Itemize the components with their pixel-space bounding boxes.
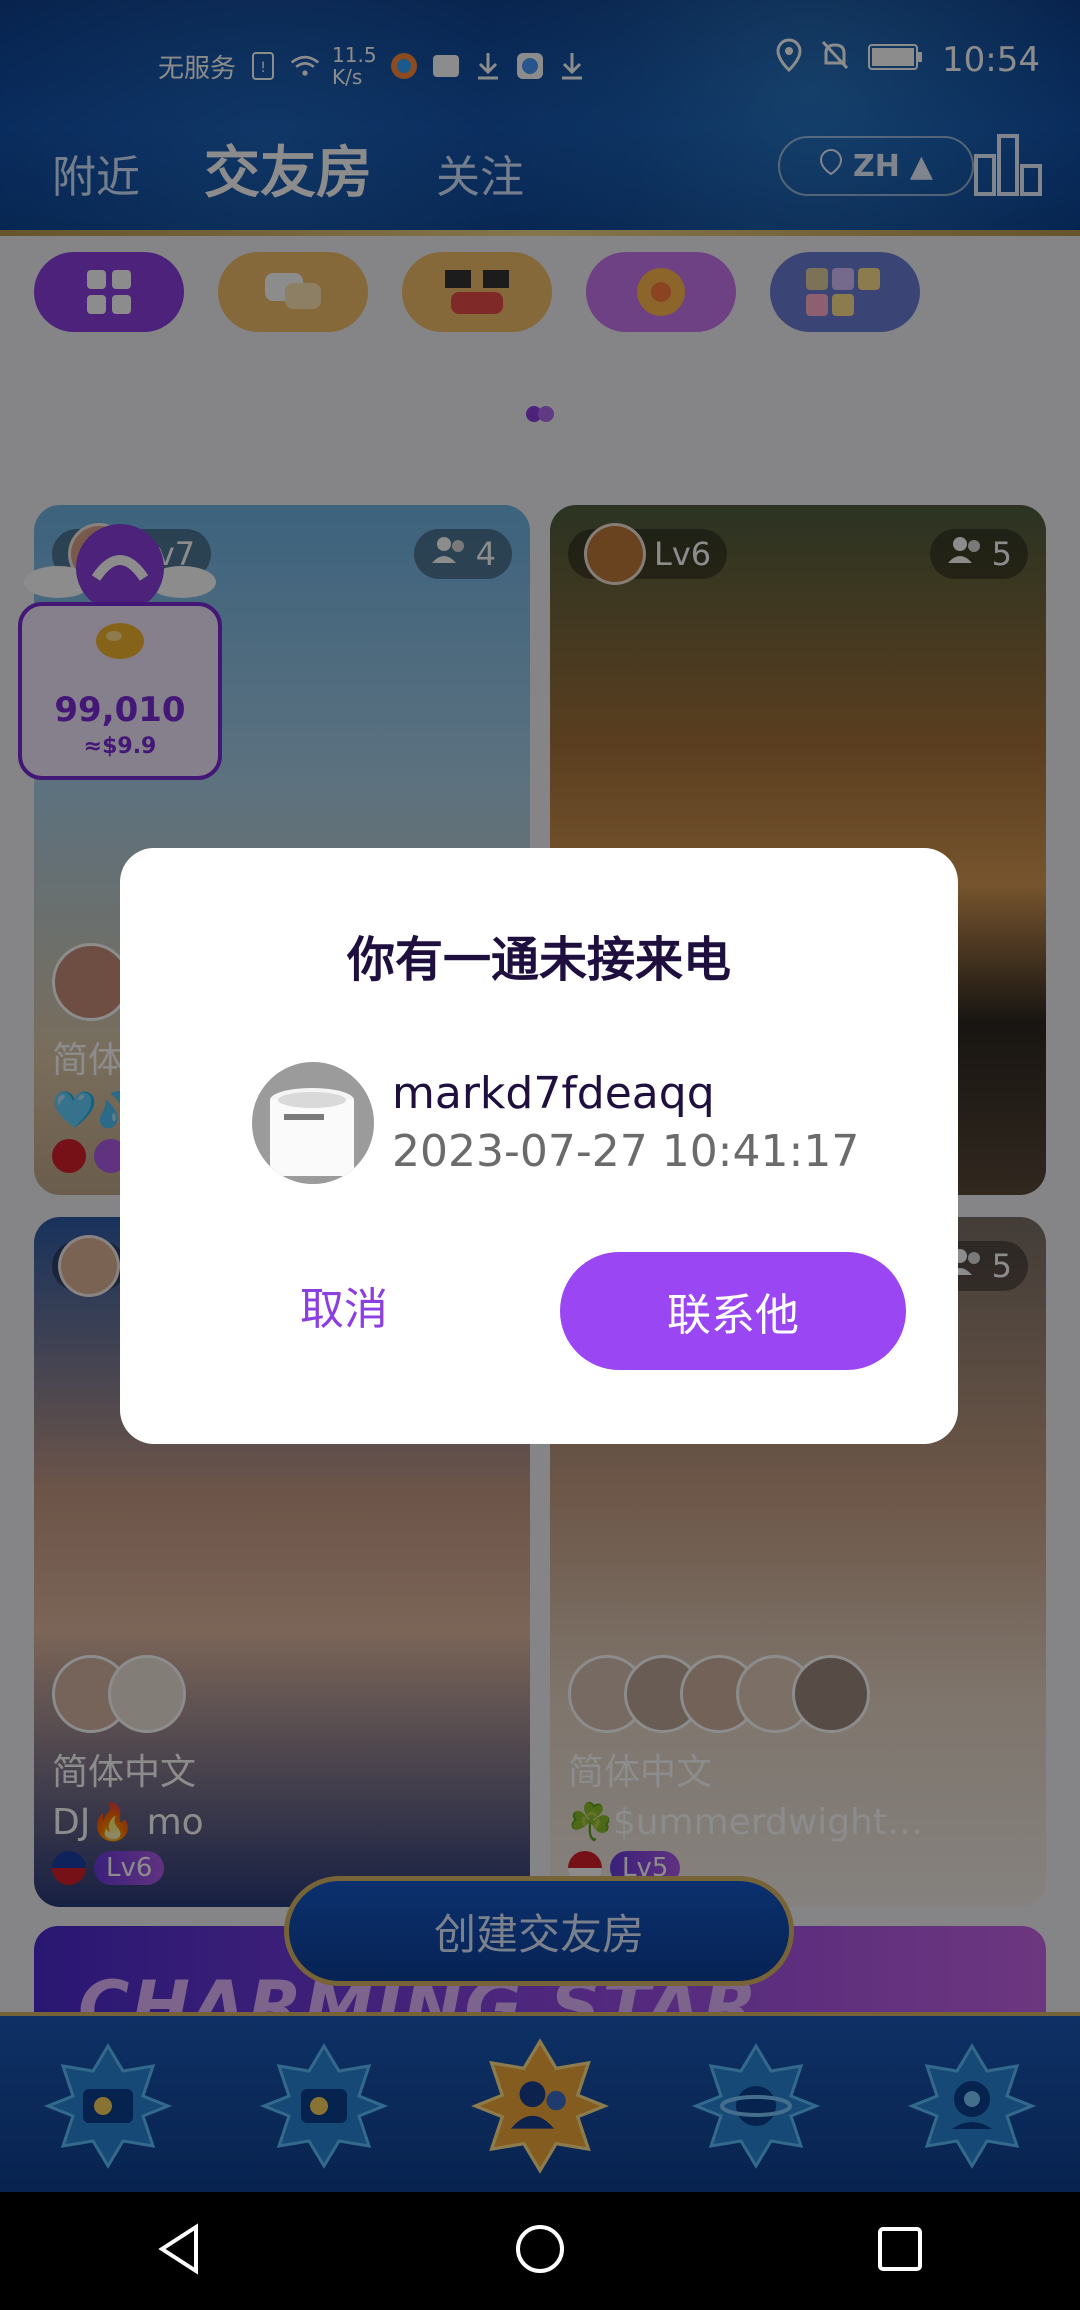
missed-call-dialog: 你有一通未接来电 markd7fdeaqq 2023-07-27 10:41:1… <box>120 848 958 1444</box>
back-icon[interactable] <box>152 2221 208 2281</box>
cancel-button[interactable]: 取消 <box>244 1252 444 1358</box>
call-timestamp: 2023-07-27 10:41:17 <box>392 1126 860 1177</box>
home-icon[interactable] <box>512 2221 568 2281</box>
dialog-title: 你有一通未接来电 <box>346 932 731 988</box>
recents-icon[interactable] <box>872 2221 928 2281</box>
mug-photo-icon <box>252 1062 374 1184</box>
system-buttons <box>0 2192 1080 2310</box>
contact-him-button[interactable]: 联系他 <box>560 1252 906 1370</box>
system-navigation-bar <box>0 2192 1080 2310</box>
caller-username: markd7fdeaqq <box>392 1068 715 1119</box>
app-screen: 无服务 ! 11.5 K/s 10:54 附近 交友房 关注 ZH ▲ Lv7 … <box>0 0 1080 2310</box>
caller-avatar <box>252 1062 374 1184</box>
